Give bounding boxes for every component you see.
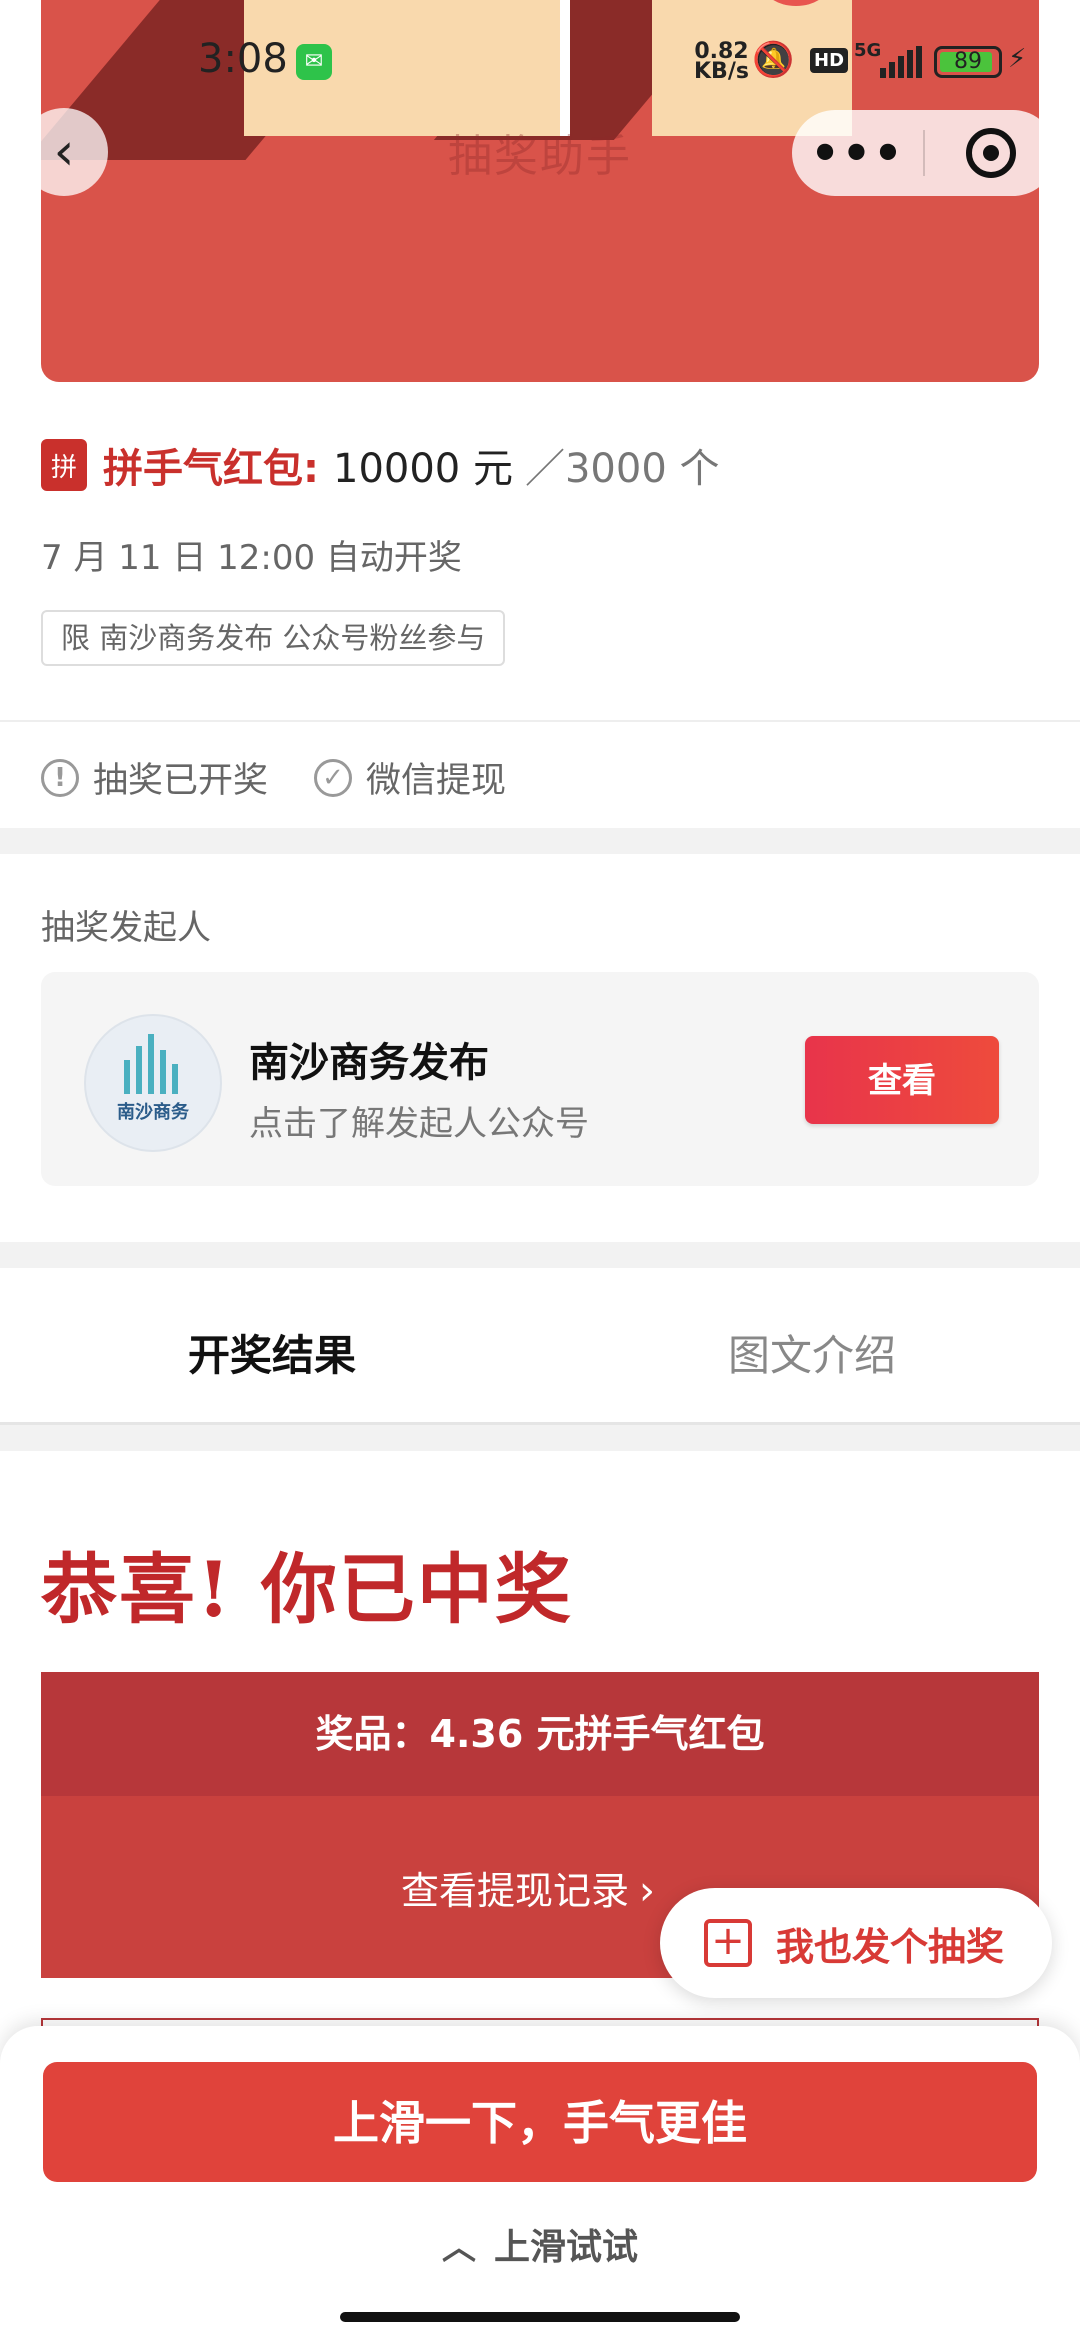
chevron-left-icon: ‹	[53, 122, 75, 182]
swipe-hint-label: 上滑试试	[493, 2227, 638, 2268]
withdraw-record-label: 查看提现记录	[401, 1869, 630, 1913]
participation-limit-tag: 限 南沙商务发布 公众号粉丝参与	[41, 610, 506, 666]
organizer-description: 点击了解发起人公众号	[249, 1104, 589, 1144]
home-indicator[interactable]	[340, 2312, 740, 2322]
organizer-section-label: 抽奖发起人	[41, 908, 211, 948]
section-gap	[0, 828, 1080, 854]
mini-program-capsule: •••	[792, 110, 1056, 196]
view-organizer-button[interactable]: 查看	[805, 1036, 999, 1124]
status-bar: 3:08 ✉ 0.82 KB/s 🔕 HD 5G 89 ⚡	[0, 0, 1080, 124]
bottom-sheet: 上滑一下，手气更佳 ︿ 上滑试试	[0, 2026, 1080, 2340]
prize-line: 拼 拼手气红包: 10000 元 ／3000 个	[41, 436, 719, 494]
charging-icon: ⚡	[1008, 44, 1027, 74]
target-circle-icon	[965, 128, 1016, 178]
hd-icon: HD	[810, 48, 849, 73]
organizer-name: 南沙商务发布	[249, 1040, 489, 1086]
prize-count: ／3000 个	[524, 446, 720, 492]
status-withdraw-label: 微信提现	[366, 761, 507, 801]
status-drawn: ! 抽奖已开奖	[41, 752, 268, 803]
content-tabs: 开奖结果 图文介绍	[0, 1268, 1080, 1425]
divider	[0, 720, 1080, 722]
check-circle-icon: ✓	[314, 758, 353, 797]
back-button[interactable]: ‹	[20, 108, 108, 196]
red-packet-icon: 拼	[41, 439, 87, 491]
chevron-up-icon: ︿	[441, 2228, 476, 2268]
section-gap	[0, 1425, 1080, 1451]
network-speed: 0.82 KB/s	[694, 41, 749, 84]
mute-bell-icon: 🔕	[752, 40, 795, 80]
lottery-page: 抽奖助手 3:08 ✉ 0.82 KB/s 🔕 HD 5G 89 ⚡ ‹ •••	[0, 0, 1080, 2340]
close-mini-program-button[interactable]	[925, 128, 1056, 178]
organizer-avatar-text: 南沙商务	[117, 1102, 189, 1123]
battery-level: 89	[954, 49, 982, 74]
exclamation-circle-icon: !	[41, 758, 79, 797]
section-gap	[0, 1242, 1080, 1268]
swipe-up-button[interactable]: 上滑一下，手气更佳	[43, 2062, 1037, 2182]
lottery-status-row: ! 抽奖已开奖 ✓ 微信提现	[41, 752, 552, 803]
create-lottery-label: 我也发个抽奖	[776, 1924, 1005, 1969]
plus-square-icon: +	[704, 1919, 752, 1967]
status-drawn-label: 抽奖已开奖	[93, 761, 269, 801]
prize-type-label: 拼手气红包:	[103, 446, 319, 492]
create-lottery-button[interactable]: + 我也发个抽奖	[660, 1888, 1052, 1998]
signal-bars-icon	[880, 46, 922, 78]
wechat-icon: ✉	[296, 44, 332, 80]
congrats-heading: 恭喜! 你已中奖	[41, 1545, 573, 1634]
chevron-right-icon: ›	[639, 1868, 656, 1914]
organizer-avatar: 南沙商务	[84, 1014, 222, 1152]
tab-draw-result[interactable]: 开奖结果	[188, 1322, 356, 1383]
network-speed-unit: KB/s	[694, 59, 749, 84]
organizer-card[interactable]: 南沙商务 南沙商务发布 点击了解发起人公众号 查看	[41, 972, 1039, 1186]
draw-time: 7 月 11 日 12:00 自动开奖	[41, 538, 462, 578]
network-type: 5G	[854, 40, 882, 61]
prize-amount: 10000 元	[333, 446, 513, 492]
tab-intro[interactable]: 图文介绍	[728, 1322, 896, 1383]
swipe-hint[interactable]: ︿ 上滑试试	[0, 2218, 1080, 2270]
more-menu-button[interactable]: •••	[792, 126, 923, 180]
status-time: 3:08	[198, 36, 288, 82]
status-withdraw: ✓ 微信提现	[314, 752, 506, 803]
battery-icon: 89	[934, 46, 1002, 78]
prize-won-line: 奖品：4.36 元拼手气红包	[41, 1672, 1039, 1796]
